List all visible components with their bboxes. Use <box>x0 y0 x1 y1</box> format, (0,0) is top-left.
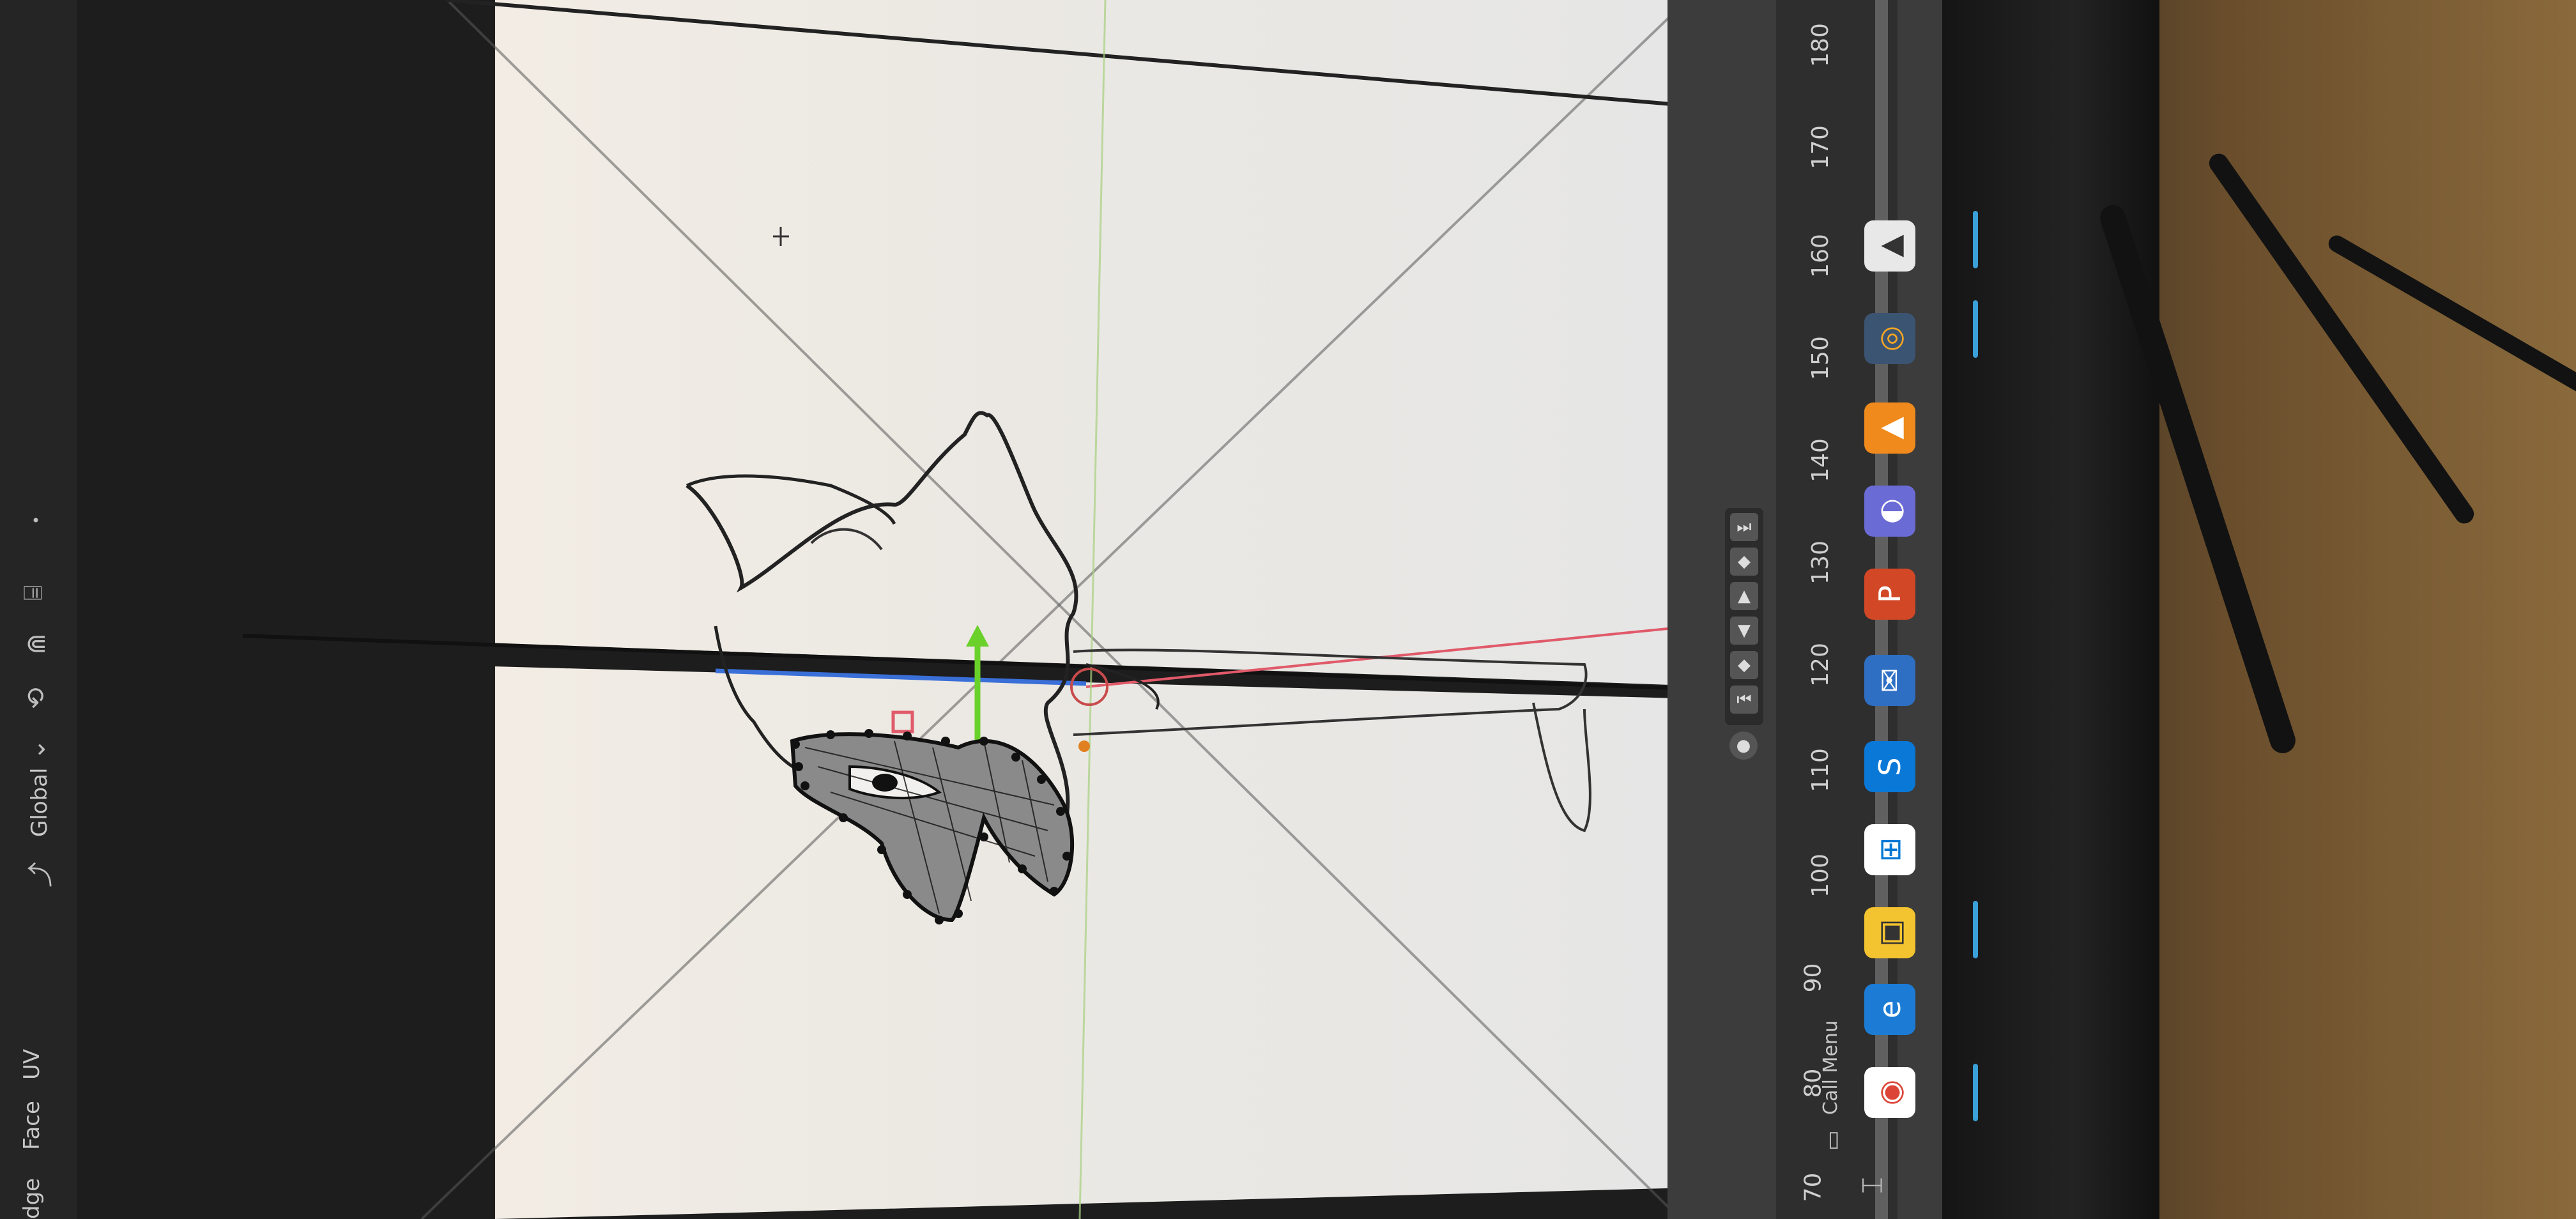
camera-frame-edge <box>447 0 1687 107</box>
active-indicator <box>1973 901 1978 958</box>
sketch-ear-left <box>686 474 896 525</box>
frame-label: 180 <box>1807 23 1834 67</box>
frame-label: 120 <box>1807 643 1834 687</box>
sketch-ear-inner <box>810 528 883 551</box>
active-indicator <box>1973 1064 1978 1121</box>
light-object <box>773 227 789 246</box>
play-reverse-icon[interactable]: ▼ <box>1730 617 1758 645</box>
vlc-icon[interactable]: ▲ <box>1864 402 1915 454</box>
active-indicator <box>1973 211 1978 268</box>
gizmo-plane-handle <box>891 710 914 733</box>
frame-label: 150 <box>1807 336 1834 380</box>
monitor-bezel <box>1942 0 2159 1219</box>
frame-label: 100 <box>1807 854 1834 898</box>
mouse-icon: ▭ <box>1820 1130 1846 1151</box>
object-origin <box>1078 740 1090 752</box>
jump-start-icon[interactable]: ⏮ <box>1730 686 1758 714</box>
active-indicator <box>1973 300 1978 358</box>
skype-icon[interactable]: S <box>1864 741 1915 792</box>
prev-keyframe-icon[interactable]: ◆ <box>1730 651 1758 679</box>
eye-mesh <box>790 732 1075 923</box>
monitor-screen: dge Face UV ⤴ Global ⌄ ⟲ ⋒ ⌸ • ⏭ ◆ ▲ ▼ ◆… <box>0 0 2000 1219</box>
powerpoint-icon[interactable]: P <box>1864 569 1915 620</box>
camera-diagonal-2 <box>420 12 1675 1219</box>
frame-label: 90 <box>1800 963 1827 993</box>
file-explorer-icon[interactable]: ▣ <box>1864 907 1915 958</box>
frame-label: 160 <box>1807 234 1834 278</box>
frame-label: 130 <box>1807 540 1834 585</box>
playback-controls: ⏭ ◆ ▲ ▼ ◆ ⏮ <box>1725 508 1763 725</box>
next-keyframe-icon[interactable]: ◆ <box>1730 548 1758 576</box>
frame-label: 70 <box>1800 1172 1827 1202</box>
blender-icon[interactable]: ◎ <box>1864 313 1915 364</box>
z-guide-line <box>1078 0 1107 1219</box>
frame-label: 140 <box>1807 438 1834 482</box>
task-view-icon[interactable]: ⌶ <box>1857 1177 1889 1193</box>
photos-icon[interactable]: ▲ <box>1864 220 1915 272</box>
frame-label: 110 <box>1807 748 1834 792</box>
paint-icon[interactable]: ◐ <box>1864 486 1915 537</box>
sketch-leg <box>1532 702 1591 832</box>
record-icon[interactable]: ● <box>1729 732 1758 760</box>
camera-diagonal-1 <box>446 0 1682 1219</box>
edge-icon[interactable]: e <box>1864 984 1915 1035</box>
store-icon[interactable]: ⊞ <box>1864 824 1915 875</box>
call-menu-hint: Call Menu <box>1820 1020 1842 1115</box>
jump-end-icon[interactable]: ⏭ <box>1730 513 1758 541</box>
play-icon[interactable]: ▲ <box>1730 582 1758 610</box>
frame-label: 170 <box>1807 125 1834 169</box>
chrome-icon[interactable]: ◉ <box>1864 1067 1915 1118</box>
mail-icon[interactable]: ✉ <box>1864 655 1915 706</box>
